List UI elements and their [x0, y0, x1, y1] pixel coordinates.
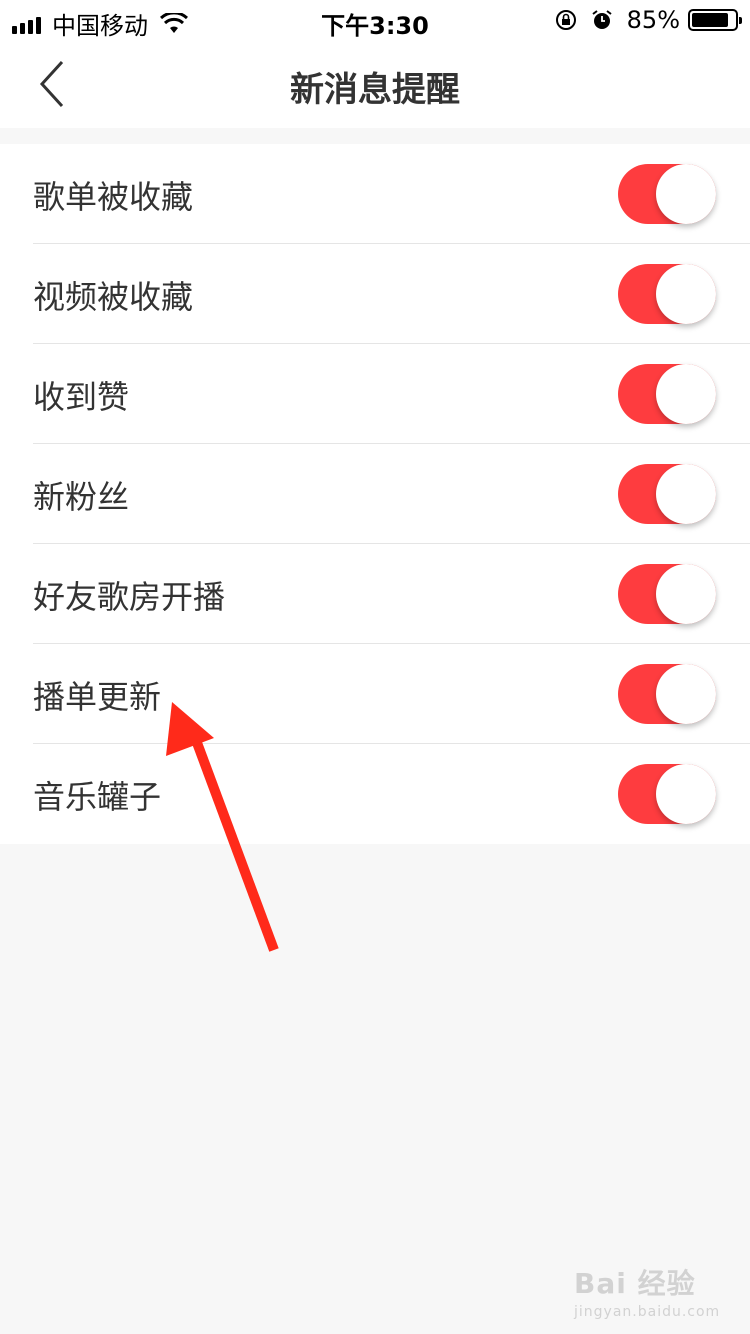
- toggle-knob: [656, 264, 716, 324]
- setting-row: 歌单被收藏: [0, 144, 750, 244]
- setting-label: 新粉丝: [33, 478, 130, 516]
- setting-row: 视频被收藏: [0, 244, 750, 344]
- setting-label: 收到赞: [33, 378, 130, 416]
- settings-list: 歌单被收藏 视频被收藏 收到赞 新粉丝 好友歌房开播 播单更新 音乐罐子: [0, 144, 750, 844]
- page-title: 新消息提醒: [290, 70, 460, 110]
- setting-row: 收到赞: [0, 344, 750, 444]
- setting-row: 音乐罐子: [0, 744, 750, 844]
- battery-icon: [688, 9, 742, 31]
- watermark-main: Bai 经验: [574, 1267, 696, 1300]
- toggle-knob: [656, 564, 716, 624]
- setting-label: 视频被收藏: [33, 278, 194, 316]
- toggle-knob: [656, 464, 716, 524]
- setting-label: 播单更新: [33, 678, 162, 716]
- notification-toggle[interactable]: [618, 664, 716, 724]
- notification-toggle[interactable]: [618, 264, 716, 324]
- notification-toggle[interactable]: [618, 564, 716, 624]
- setting-row: 播单更新: [0, 644, 750, 744]
- orientation-lock-icon: [555, 10, 576, 30]
- setting-label: 好友歌房开播: [33, 578, 226, 616]
- status-right: 85%: [555, 6, 742, 34]
- notification-toggle[interactable]: [618, 364, 716, 424]
- battery-tip: [739, 17, 742, 24]
- notification-toggle[interactable]: [618, 164, 716, 224]
- setting-label: 音乐罐子: [33, 778, 162, 816]
- watermark-sub: jingyan.baidu.com: [574, 1304, 721, 1320]
- setting-row: 新粉丝: [0, 444, 750, 544]
- toggle-knob: [656, 364, 716, 424]
- battery-percentage: 85%: [626, 6, 680, 34]
- notification-toggle[interactable]: [618, 464, 716, 524]
- notification-toggle[interactable]: [618, 764, 716, 824]
- battery-fill: [692, 13, 728, 27]
- alarm-clock-icon: [592, 10, 612, 29]
- setting-row: 好友歌房开播: [0, 544, 750, 644]
- setting-label: 歌单被收藏: [33, 178, 194, 216]
- baidu-watermark: Bai 经验 jingyan.baidu.com: [574, 1262, 744, 1322]
- nav-bar: 新消息提醒: [0, 40, 750, 128]
- toggle-knob: [656, 664, 716, 724]
- status-bar: 中国移动 下午3:30 85%: [0, 0, 750, 40]
- toggle-knob: [656, 764, 716, 824]
- toggle-knob: [656, 164, 716, 224]
